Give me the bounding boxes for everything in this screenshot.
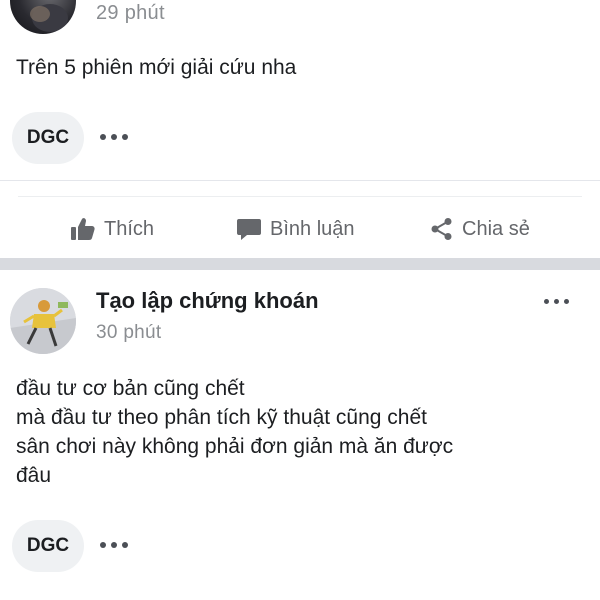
post-text-line: sân chơi này không phải đơn giản mà ăn đ… xyxy=(16,435,454,458)
author-avatar[interactable] xyxy=(10,288,76,354)
stock-tag-chip[interactable]: DGC xyxy=(12,520,84,572)
thumbs-up-icon xyxy=(71,218,95,240)
post-separator xyxy=(0,258,600,270)
post-text-line: đầu tư cơ bản cũng chết xyxy=(16,377,245,400)
post-timestamp[interactable]: 29 phút xyxy=(96,2,165,25)
post-actions-bar: Thích Bình luận Chia sẻ xyxy=(0,204,600,254)
post-text-line: mà đầu tư theo phân tích kỹ thuật cũng c… xyxy=(16,406,427,429)
more-dots-icon[interactable] xyxy=(100,134,128,140)
feed: 29 phút Trên 5 phiên mới giải cứu nha DG… xyxy=(0,0,600,600)
post-text-line: đâu xyxy=(16,464,52,487)
comment-button[interactable]: Bình luận xyxy=(236,204,355,254)
like-label: Thích xyxy=(104,217,155,240)
share-label: Chia sẻ xyxy=(462,217,530,240)
author-name[interactable]: Tạo lập chứng khoán xyxy=(96,288,319,314)
more-dots-icon[interactable] xyxy=(100,542,128,548)
post-timestamp[interactable]: 30 phút xyxy=(96,322,162,344)
post-text: Trên 5 phiên mới giải cứu nha xyxy=(16,56,297,79)
share-icon xyxy=(431,218,452,240)
stock-tag-chip[interactable]: DGC xyxy=(12,112,84,164)
divider xyxy=(18,196,582,197)
comment-label: Bình luận xyxy=(270,217,355,240)
divider xyxy=(0,180,600,181)
speech-bubble-icon xyxy=(237,219,261,240)
share-button[interactable]: Chia sẻ xyxy=(430,204,530,254)
post-text: đầu tư cơ bản cũng chết mà đầu tư theo p… xyxy=(16,374,586,490)
post-options-icon[interactable] xyxy=(544,299,569,304)
like-button[interactable]: Thích xyxy=(70,204,154,254)
